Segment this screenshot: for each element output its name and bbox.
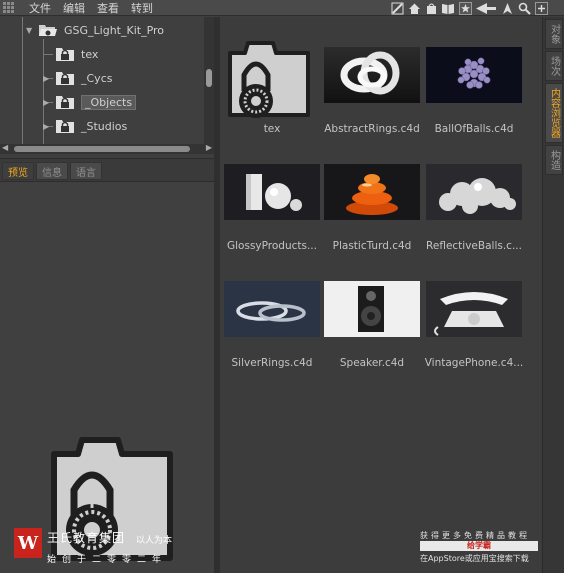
silver-rings-thumbnail [224,281,320,337]
tree-item-tex[interactable]: tex [55,44,98,64]
item-name: tex [263,123,281,135]
star-icon[interactable] [458,1,472,15]
company-logo: W [14,528,42,558]
folder-tree: ▼ GSG_Light_Kit_Pro tex ▶ _Cycs ▶ _Objec… [0,17,214,144]
locked-folder-icon [228,41,310,118]
item-name: GlossyProducts... [227,240,317,252]
vintage-phone-thumbnail [426,281,522,337]
item-name: BallOfBalls.c4d [434,123,514,135]
scroll-left-icon[interactable]: ◀ [2,143,8,152]
add-icon[interactable] [534,1,548,15]
watermark-app-badge: 给学霸 [420,541,538,551]
rings-thumbnail [324,47,420,103]
reflective-balls-thumbnail [426,164,522,220]
scroll-thumb[interactable] [14,146,190,152]
locked-folder-icon [56,72,74,85]
tab-info[interactable]: 信息 [36,162,68,180]
menu-edit[interactable]: 编辑 [59,0,89,16]
expand-arrow-icon[interactable]: ▶ [43,98,49,107]
expand-arrow-icon[interactable]: ▶ [43,74,49,83]
tree-label: _Studios [81,119,128,133]
tab-structure[interactable]: 构造 [545,145,563,175]
preview-pane [0,182,214,573]
tree-label: _Cycs [81,71,113,85]
tree-vertical-scrollbar[interactable] [204,17,214,144]
glossy-products-thumbnail [224,164,320,220]
item-name: Speaker.c4d [339,357,405,369]
item-name: VintagePhone.c4... [424,357,524,369]
tab-objects[interactable]: 对象 [545,19,563,49]
expand-arrow-icon[interactable]: ▼ [26,26,32,35]
tab-preview[interactable]: 预览 [2,162,34,180]
item-name: AbstractRings.c4d [324,123,420,135]
book-icon[interactable] [441,1,455,15]
item-name: SilverRings.c4d [231,357,313,369]
company-slogan: 以人为本 [136,536,173,546]
tree-item-studios[interactable]: ▶ _Studios [43,116,128,136]
expand-arrow-icon[interactable]: ▶ [43,122,49,131]
company-name: 王氏教育集团 [47,531,126,545]
watermark-line: 在AppStore或应用宝搜索下载 [420,554,529,563]
tree-item-objects[interactable]: ▶ _Objects [43,92,137,112]
scroll-right-icon[interactable]: ▶ [206,143,212,152]
menu-goto[interactable]: 转到 [127,0,157,16]
side-tabs: 对象 场次 内容浏览器 构造 [542,17,564,573]
menu-bar: 文件 编辑 查看 转到 [0,0,564,16]
menu-file[interactable]: 文件 [25,0,55,16]
locked-folder-icon [56,48,74,61]
ball-of-balls-thumbnail [426,47,522,103]
back-arrow-icon[interactable] [475,1,497,15]
item-name: PlasticTurd.c4d [332,240,412,252]
search-icon[interactable] [517,1,531,15]
tab-takes[interactable]: 场次 [545,51,563,81]
locked-folder-icon [56,120,74,133]
open-folder-icon [39,25,57,36]
item-name: ReflectiveBalls.c... [426,240,522,252]
edit-icon[interactable] [390,1,404,15]
bag-icon[interactable] [424,1,438,15]
home-icon[interactable] [407,1,421,15]
content-browser: tex AbstractRings.c4d BallOfBalls.c4d Gl… [220,17,542,573]
scroll-thumb[interactable] [206,69,212,87]
grip-icon[interactable] [3,1,17,14]
tree-item-cycs[interactable]: ▶ _Cycs [43,68,113,88]
tab-content-browser[interactable]: 内容浏览器 [545,83,563,143]
tree-label: GSG_Light_Kit_Pro [64,23,165,37]
tree-label: _Objects [81,94,137,110]
preview-tabs: 预览 信息 语言 [0,158,214,182]
speaker-thumbnail [324,281,420,337]
company-founded: 始创于二零零二年 [47,555,168,565]
locked-folder-icon [56,96,74,109]
cursor-icon[interactable] [500,1,514,15]
tab-language[interactable]: 语言 [70,162,102,180]
plastic-turd-thumbnail [324,164,420,220]
watermark-left: W 王氏教育集团 以人为本 始创于二零零二年 [14,528,194,568]
tree-item-root[interactable]: ▼ GSG_Light_Kit_Pro [26,20,165,40]
watermark-line: 获得更多免费精品教程 [420,531,530,540]
watermark-right: 获得更多免费精品教程 给学霸 在AppStore或应用宝搜索下载 [420,530,560,566]
tree-label: tex [81,47,99,61]
menu-view[interactable]: 查看 [93,0,123,16]
tree-horizontal-scrollbar[interactable]: ◀ ▶ [0,143,214,154]
